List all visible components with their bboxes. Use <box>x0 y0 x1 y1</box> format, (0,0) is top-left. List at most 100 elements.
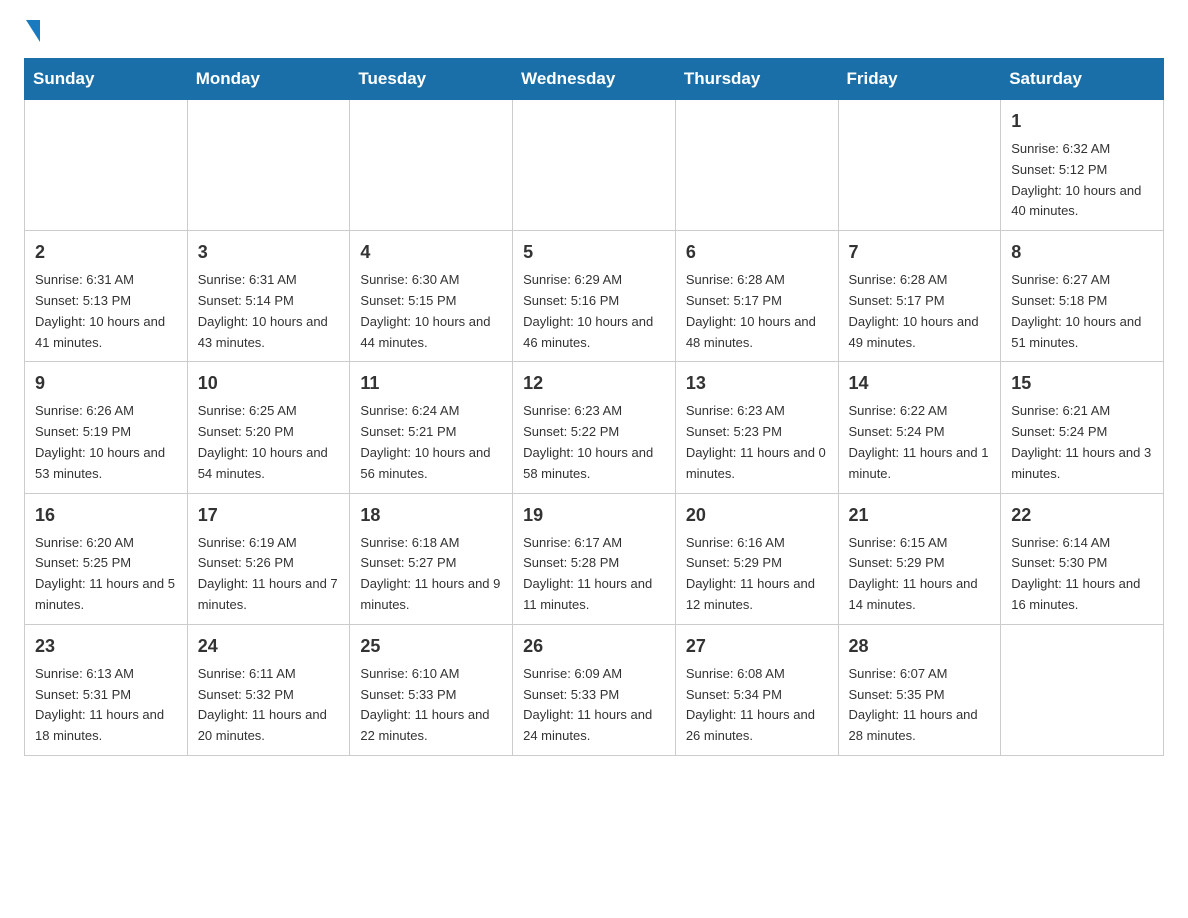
day-number: 13 <box>686 370 828 397</box>
day-info: Sunrise: 6:14 AMSunset: 5:30 PMDaylight:… <box>1011 533 1153 616</box>
calendar-day-cell: 23 Sunrise: 6:13 AMSunset: 5:31 PMDayligh… <box>25 624 188 755</box>
day-number: 14 <box>849 370 991 397</box>
calendar-day-cell: 6 Sunrise: 6:28 AMSunset: 5:17 PMDaylight… <box>675 231 838 362</box>
day-of-week-header: Monday <box>187 59 350 100</box>
calendar-day-cell: 2Sunrise: 6:31 AMSunset: 5:13 PMDaylight… <box>25 231 188 362</box>
day-info: Sunrise: 6:09 AMSunset: 5:33 PMDaylight:… <box>523 664 665 747</box>
calendar-day-cell: 9 Sunrise: 6:26 AMSunset: 5:19 PMDaylight… <box>25 362 188 493</box>
day-info: Sunrise: 6:10 AMSunset: 5:33 PMDaylight:… <box>360 664 502 747</box>
day-info: Sunrise: 6:26 AMSunset: 5:19 PMDaylight:… <box>35 401 177 484</box>
calendar-day-cell <box>25 100 188 231</box>
day-info: Sunrise: 6:21 AMSunset: 5:24 PMDaylight:… <box>1011 401 1153 484</box>
day-number: 24 <box>198 633 340 660</box>
calendar-day-cell: 10 Sunrise: 6:25 AMSunset: 5:20 PMDayligh… <box>187 362 350 493</box>
calendar-day-cell: 1 Sunrise: 6:32 AMSunset: 5:12 PMDaylight… <box>1001 100 1164 231</box>
day-number: 17 <box>198 502 340 529</box>
day-number: 19 <box>523 502 665 529</box>
calendar-week-row: 9 Sunrise: 6:26 AMSunset: 5:19 PMDaylight… <box>25 362 1164 493</box>
calendar-day-cell: 16Sunrise: 6:20 AMSunset: 5:25 PMDayligh… <box>25 493 188 624</box>
day-number: 2 <box>35 239 177 266</box>
day-info: Sunrise: 6:29 AMSunset: 5:16 PMDaylight:… <box>523 270 665 353</box>
calendar-week-row: 2Sunrise: 6:31 AMSunset: 5:13 PMDaylight… <box>25 231 1164 362</box>
day-number: 27 <box>686 633 828 660</box>
calendar-day-cell: 20 Sunrise: 6:16 AMSunset: 5:29 PMDayligh… <box>675 493 838 624</box>
calendar-day-cell: 4 Sunrise: 6:30 AMSunset: 5:15 PMDaylight… <box>350 231 513 362</box>
day-number: 7 <box>849 239 991 266</box>
day-info: Sunrise: 6:30 AMSunset: 5:15 PMDaylight:… <box>360 270 502 353</box>
day-of-week-header: Thursday <box>675 59 838 100</box>
day-info: Sunrise: 6:13 AMSunset: 5:31 PMDaylight:… <box>35 664 177 747</box>
calendar-week-row: 1 Sunrise: 6:32 AMSunset: 5:12 PMDaylight… <box>25 100 1164 231</box>
calendar-day-cell: 26Sunrise: 6:09 AMSunset: 5:33 PMDayligh… <box>513 624 676 755</box>
calendar-day-cell <box>1001 624 1164 755</box>
day-info: Sunrise: 6:23 AMSunset: 5:23 PMDaylight:… <box>686 401 828 484</box>
day-info: Sunrise: 6:16 AMSunset: 5:29 PMDaylight:… <box>686 533 828 616</box>
day-info: Sunrise: 6:17 AMSunset: 5:28 PMDaylight:… <box>523 533 665 616</box>
calendar-day-cell: 15 Sunrise: 6:21 AMSunset: 5:24 PMDayligh… <box>1001 362 1164 493</box>
day-info: Sunrise: 6:31 AMSunset: 5:14 PMDaylight:… <box>198 270 340 353</box>
calendar-day-cell <box>350 100 513 231</box>
day-number: 18 <box>360 502 502 529</box>
day-info: Sunrise: 6:22 AMSunset: 5:24 PMDaylight:… <box>849 401 991 484</box>
calendar-day-cell: 5Sunrise: 6:29 AMSunset: 5:16 PMDaylight… <box>513 231 676 362</box>
day-info: Sunrise: 6:23 AMSunset: 5:22 PMDaylight:… <box>523 401 665 484</box>
day-number: 3 <box>198 239 340 266</box>
day-info: Sunrise: 6:32 AMSunset: 5:12 PMDaylight:… <box>1011 139 1153 222</box>
calendar-day-cell: 25 Sunrise: 6:10 AMSunset: 5:33 PMDayligh… <box>350 624 513 755</box>
day-number: 10 <box>198 370 340 397</box>
day-info: Sunrise: 6:28 AMSunset: 5:17 PMDaylight:… <box>849 270 991 353</box>
day-of-week-header: Friday <box>838 59 1001 100</box>
day-info: Sunrise: 6:07 AMSunset: 5:35 PMDaylight:… <box>849 664 991 747</box>
day-info: Sunrise: 6:19 AMSunset: 5:26 PMDaylight:… <box>198 533 340 616</box>
calendar-day-cell: 8Sunrise: 6:27 AMSunset: 5:18 PMDaylight… <box>1001 231 1164 362</box>
calendar-day-cell: 27 Sunrise: 6:08 AMSunset: 5:34 PMDayligh… <box>675 624 838 755</box>
day-info: Sunrise: 6:08 AMSunset: 5:34 PMDaylight:… <box>686 664 828 747</box>
day-of-week-header: Sunday <box>25 59 188 100</box>
page-header <box>24 24 1164 42</box>
calendar-week-row: 16Sunrise: 6:20 AMSunset: 5:25 PMDayligh… <box>25 493 1164 624</box>
calendar-day-cell <box>675 100 838 231</box>
calendar-day-cell <box>187 100 350 231</box>
calendar-day-cell: 17 Sunrise: 6:19 AMSunset: 5:26 PMDayligh… <box>187 493 350 624</box>
day-number: 25 <box>360 633 502 660</box>
day-number: 16 <box>35 502 177 529</box>
day-info: Sunrise: 6:25 AMSunset: 5:20 PMDaylight:… <box>198 401 340 484</box>
calendar-day-cell: 11 Sunrise: 6:24 AMSunset: 5:21 PMDayligh… <box>350 362 513 493</box>
day-number: 12 <box>523 370 665 397</box>
calendar-day-cell: 18 Sunrise: 6:18 AMSunset: 5:27 PMDayligh… <box>350 493 513 624</box>
calendar-header-row: SundayMondayTuesdayWednesdayThursdayFrid… <box>25 59 1164 100</box>
day-number: 9 <box>35 370 177 397</box>
day-of-week-header: Tuesday <box>350 59 513 100</box>
calendar-day-cell: 7 Sunrise: 6:28 AMSunset: 5:17 PMDaylight… <box>838 231 1001 362</box>
day-info: Sunrise: 6:24 AMSunset: 5:21 PMDaylight:… <box>360 401 502 484</box>
logo <box>24 24 40 42</box>
calendar-day-cell: 3 Sunrise: 6:31 AMSunset: 5:14 PMDaylight… <box>187 231 350 362</box>
day-number: 6 <box>686 239 828 266</box>
day-number: 21 <box>849 502 991 529</box>
calendar-day-cell <box>838 100 1001 231</box>
day-of-week-header: Saturday <box>1001 59 1164 100</box>
day-of-week-header: Wednesday <box>513 59 676 100</box>
calendar-day-cell: 14 Sunrise: 6:22 AMSunset: 5:24 PMDayligh… <box>838 362 1001 493</box>
calendar-day-cell: 12 Sunrise: 6:23 AMSunset: 5:22 PMDayligh… <box>513 362 676 493</box>
day-number: 8 <box>1011 239 1153 266</box>
day-number: 23 <box>35 633 177 660</box>
day-number: 4 <box>360 239 502 266</box>
day-number: 11 <box>360 370 502 397</box>
calendar-day-cell: 21Sunrise: 6:15 AMSunset: 5:29 PMDayligh… <box>838 493 1001 624</box>
day-number: 1 <box>1011 108 1153 135</box>
calendar-day-cell: 13 Sunrise: 6:23 AMSunset: 5:23 PMDayligh… <box>675 362 838 493</box>
calendar-day-cell: 28 Sunrise: 6:07 AMSunset: 5:35 PMDayligh… <box>838 624 1001 755</box>
calendar-day-cell <box>513 100 676 231</box>
day-info: Sunrise: 6:18 AMSunset: 5:27 PMDaylight:… <box>360 533 502 616</box>
calendar-table: SundayMondayTuesdayWednesdayThursdayFrid… <box>24 58 1164 756</box>
day-number: 20 <box>686 502 828 529</box>
day-number: 22 <box>1011 502 1153 529</box>
day-number: 15 <box>1011 370 1153 397</box>
calendar-day-cell: 19 Sunrise: 6:17 AMSunset: 5:28 PMDayligh… <box>513 493 676 624</box>
calendar-day-cell: 22 Sunrise: 6:14 AMSunset: 5:30 PMDayligh… <box>1001 493 1164 624</box>
day-info: Sunrise: 6:28 AMSunset: 5:17 PMDaylight:… <box>686 270 828 353</box>
day-number: 28 <box>849 633 991 660</box>
calendar-week-row: 23 Sunrise: 6:13 AMSunset: 5:31 PMDayligh… <box>25 624 1164 755</box>
day-info: Sunrise: 6:11 AMSunset: 5:32 PMDaylight:… <box>198 664 340 747</box>
